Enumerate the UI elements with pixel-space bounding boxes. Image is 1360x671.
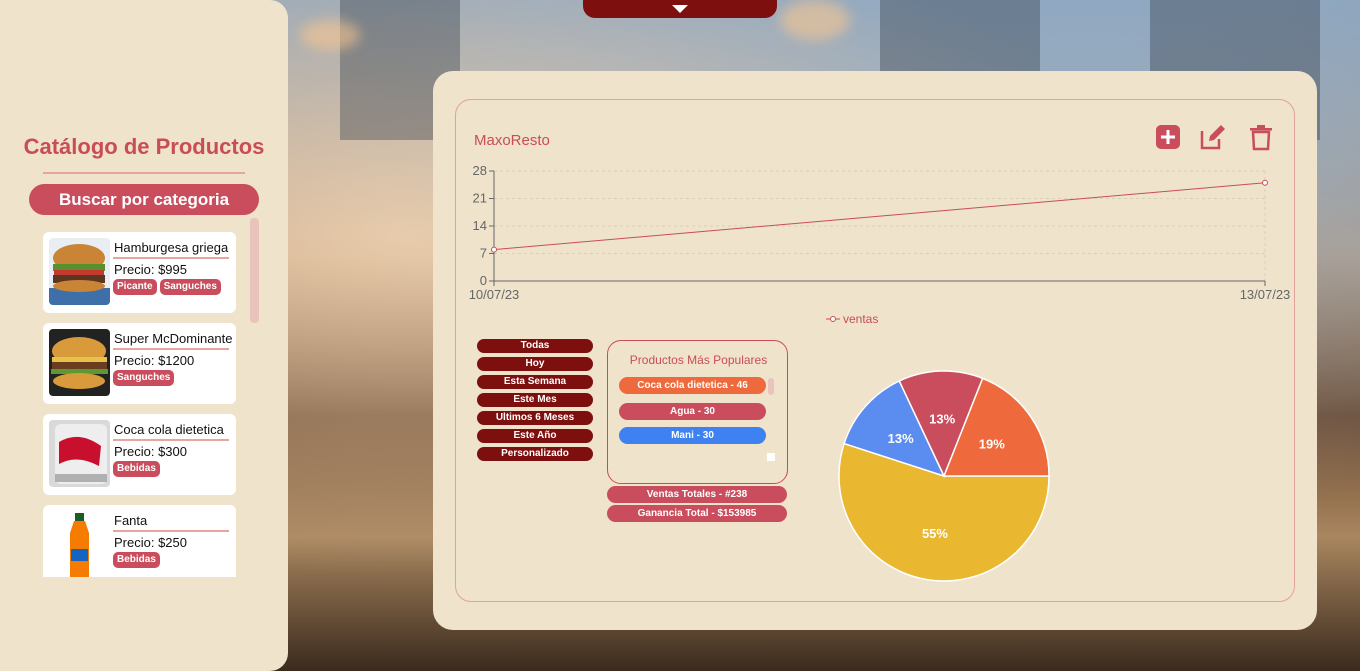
legend-line-icon [826, 316, 840, 322]
dashboard-panel: MaxoResto 0 7 14 21 28 10/07/23 13/07/23 venta… [433, 71, 1317, 630]
total-sales-badge: Ventas Totales - #238 [607, 486, 787, 503]
burger-image [49, 329, 110, 396]
x-tick-label: 10/07/23 [469, 287, 520, 302]
filter-hoy[interactable]: Hoy [477, 357, 593, 371]
filter-este-ano[interactable]: Este Año [477, 429, 593, 443]
popular-products-title: Productos Más Populares [629, 353, 768, 367]
filter-personalizado[interactable]: Personalizado [477, 447, 593, 461]
product-card[interactable]: Coca cola dietetica Precio: $300 Bebidas [43, 414, 236, 495]
pie-slice-label: 13% [929, 411, 955, 426]
tag-badge[interactable]: Picante [113, 279, 157, 295]
catalog-sidebar: Catálogo de Productos Buscar por categor… [0, 0, 288, 671]
tag-badge[interactable]: Sanguches [159, 279, 221, 295]
background-lamp [300, 20, 360, 50]
pie-slice-label: 55% [922, 526, 948, 541]
sales-line-chart: 0 7 14 21 28 10/07/23 13/07/23 [469, 163, 1291, 302]
filter-todas[interactable]: Todas [477, 339, 593, 353]
burger-image [49, 238, 110, 305]
divider [113, 530, 229, 532]
dashboard-inner-frame: MaxoResto 0 7 14 21 28 10/07/23 13/07/23 venta… [455, 99, 1295, 602]
product-name: Super McDominante [114, 331, 233, 346]
popular-item[interactable]: Coca cola dietetica - 46 [619, 377, 766, 394]
chevron-down-icon [672, 5, 688, 13]
diet-coke-can-image [49, 420, 110, 487]
series-line-ventas [493, 182, 1266, 251]
product-card[interactable]: Hamburgesa griega Precio: $995 Picante S… [43, 232, 236, 313]
product-name: Fanta [114, 513, 148, 528]
restaurant-title: MaxoResto [474, 132, 550, 149]
data-point [491, 246, 497, 253]
y-tick-label: 21 [473, 191, 487, 206]
edit-icon[interactable] [1199, 123, 1227, 151]
product-list: Hamburgesa griega Precio: $995 Picante S… [43, 232, 236, 577]
top-dropdown-tab[interactable] [583, 0, 777, 18]
sales-pie-chart: 55% 13% 13% 19% [838, 370, 1050, 582]
catalog-title: Catálogo de Productos [23, 134, 265, 159]
filter-esta-semana[interactable]: Esta Semana [477, 375, 593, 389]
tag-badge[interactable]: Sanguches [113, 370, 175, 386]
product-card[interactable]: Super McDominante Precio: $1200 Sanguche… [43, 323, 236, 404]
product-name: Coca cola dietetica [114, 422, 224, 437]
product-name: Hamburgesa griega [114, 240, 229, 255]
background-lamp [780, 0, 850, 40]
product-price: Precio: $1200 [114, 353, 195, 368]
divider [43, 172, 245, 174]
product-price: Precio: $250 [114, 535, 187, 550]
chart-legend: ventas [826, 312, 878, 326]
divider [113, 257, 229, 259]
legend-label: ventas [843, 312, 879, 326]
tag-badge[interactable]: Bebidas [113, 461, 160, 477]
popular-list-scrollbar[interactable] [768, 378, 774, 395]
product-card[interactable]: Fanta Precio: $250 Bebidas [43, 505, 236, 577]
popular-item[interactable]: Agua - 30 [619, 403, 766, 420]
time-filter-group: Todas Hoy Esta Semana Este Mes Ultimos 6… [477, 339, 593, 465]
y-tick-label: 28 [473, 163, 487, 178]
pie-slice-label: 19% [979, 437, 1005, 452]
pie-slice-label: 13% [888, 431, 914, 446]
delete-icon[interactable] [1247, 123, 1275, 151]
divider [113, 348, 229, 350]
filter-ultimos-6-meses[interactable]: Ultimos 6 Meses [477, 411, 593, 425]
y-tick-label: 0 [480, 273, 487, 288]
y-tick-label: 14 [473, 218, 487, 233]
tag-badge[interactable]: Bebidas [113, 552, 160, 568]
product-list-scrollbar[interactable] [250, 218, 259, 323]
divider [113, 439, 229, 441]
product-price: Precio: $300 [114, 444, 187, 459]
add-icon[interactable] [1154, 123, 1182, 151]
product-price: Precio: $995 [114, 262, 187, 277]
search-by-category-button[interactable]: Buscar por categoria [29, 184, 259, 215]
fanta-bottle-image [49, 511, 110, 577]
y-tick-label: 7 [480, 246, 487, 261]
total-profit-badge: Ganancia Total - $153985 [607, 505, 787, 522]
data-point [1262, 179, 1268, 186]
popular-item[interactable]: Mani - 30 [619, 427, 766, 444]
resize-handle[interactable] [767, 453, 775, 461]
filter-este-mes[interactable]: Este Mes [477, 393, 593, 407]
popular-products-box: Productos Más Populares Coca cola dietet… [607, 340, 788, 484]
x-tick-label: 13/07/23 [1240, 287, 1291, 302]
